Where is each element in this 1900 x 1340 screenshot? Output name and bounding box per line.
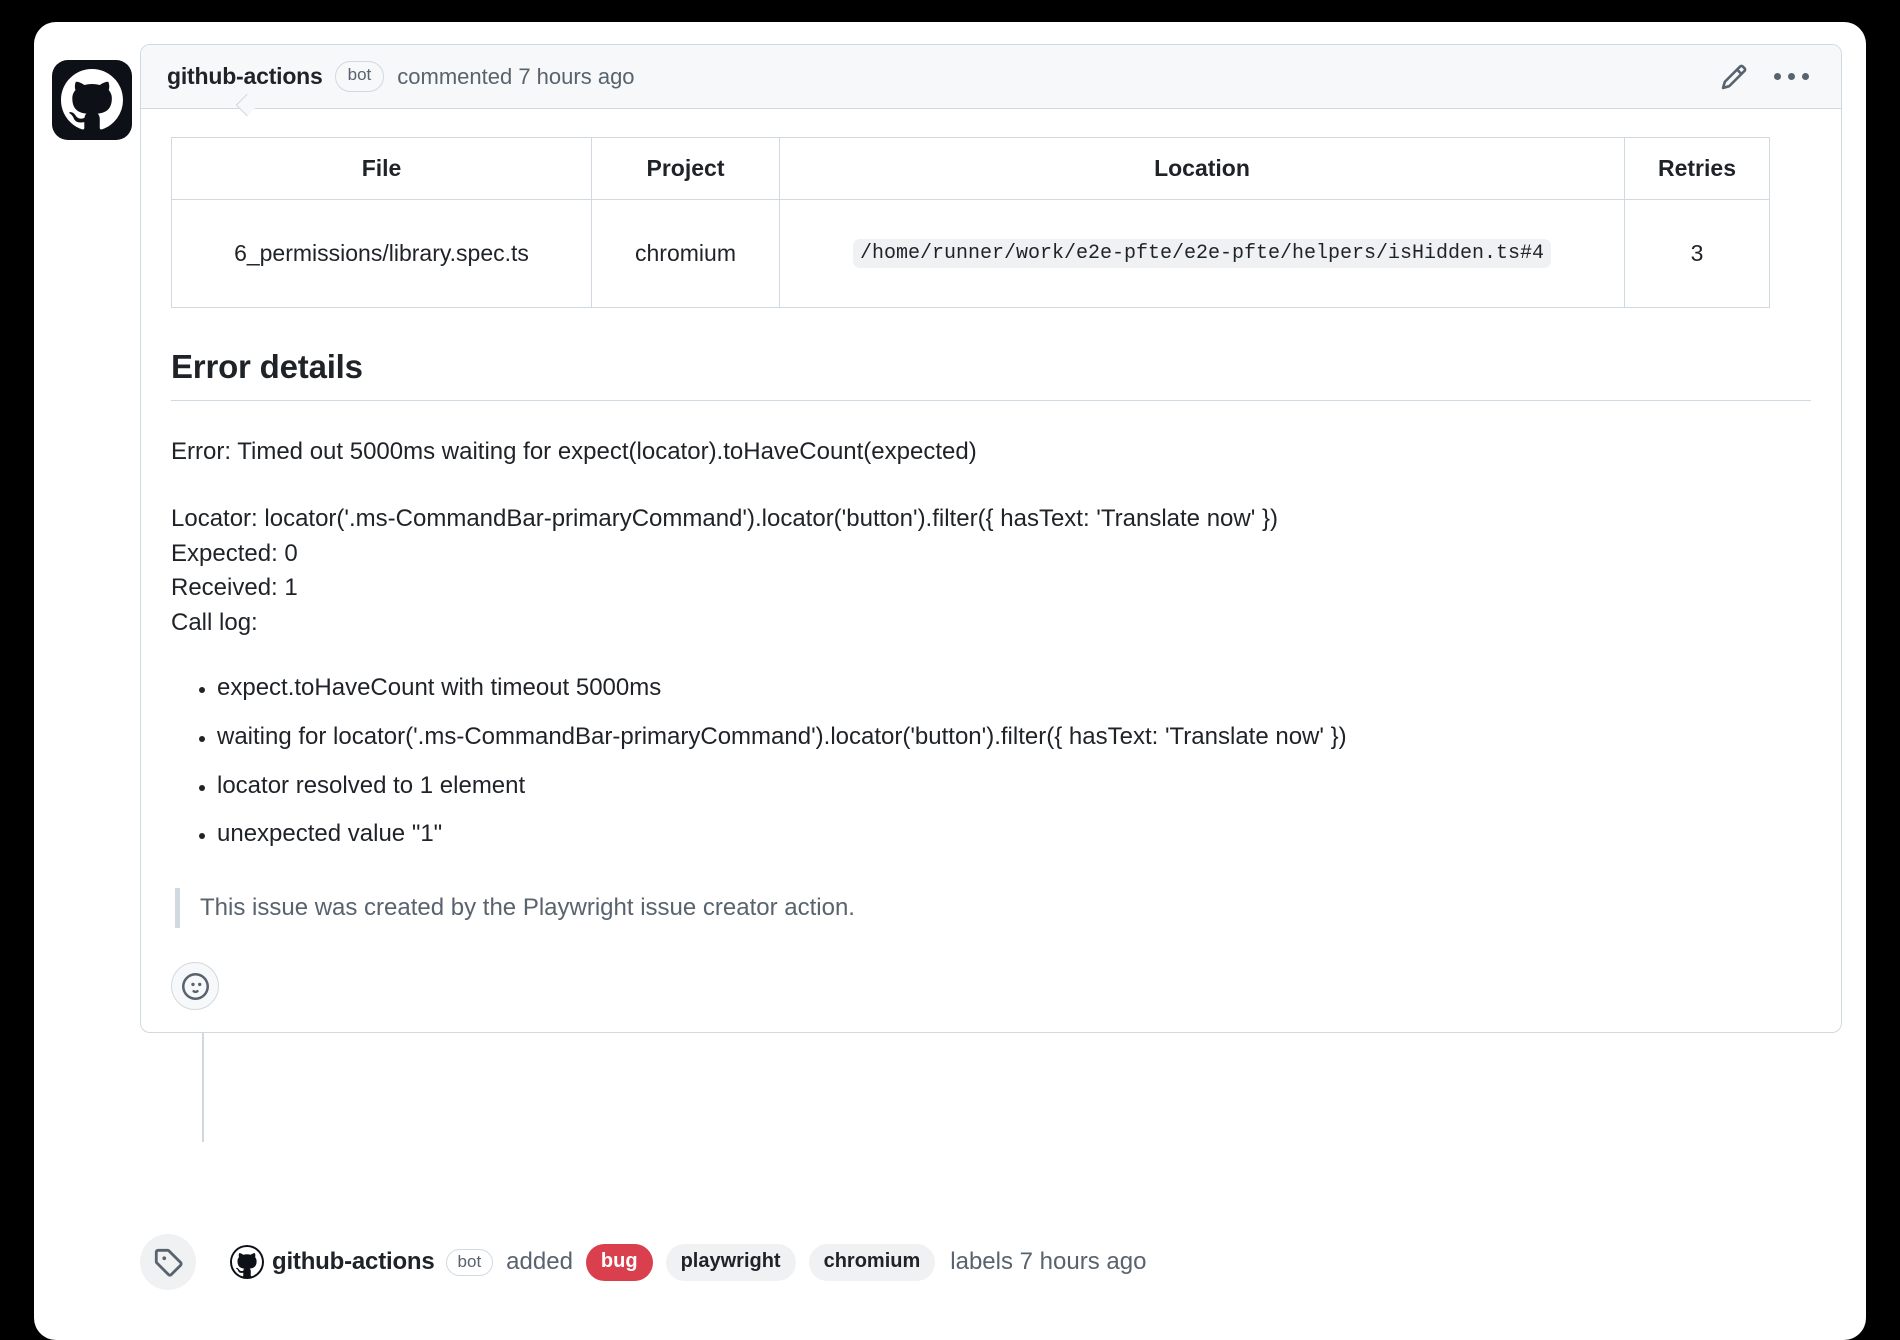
- error-message: Error: Timed out 5000ms waiting for expe…: [171, 438, 977, 465]
- list-item: waiting for locator('.ms-CommandBar-prim…: [217, 720, 1811, 755]
- add-reaction-button[interactable]: [171, 962, 219, 1011]
- call-log-label: Call log:: [171, 609, 258, 637]
- timeline-author[interactable]: github-actions: [272, 1248, 435, 1276]
- comment-timestamp: commented 7 hours ago: [397, 63, 635, 89]
- column-header-retries: Retries: [1624, 137, 1770, 200]
- list-item: locator resolved to 1 element: [217, 769, 1811, 804]
- timeline-labels-row: github-actions bot added bug playwright …: [140, 1234, 1146, 1290]
- page-surface: github-actions bot commented 7 hours ago: [34, 22, 1866, 1340]
- timeline-content: github-actions bot added bug playwright …: [230, 1243, 1147, 1281]
- column-header-location: Location: [779, 137, 1625, 200]
- list-item: unexpected value "1": [217, 817, 1811, 852]
- bot-badge: bot: [445, 1248, 494, 1276]
- failure-table: File Project Location Retries 6_permissi…: [171, 137, 1770, 308]
- label-chip-chromium[interactable]: chromium: [808, 1243, 936, 1281]
- comment-author[interactable]: github-actions: [167, 63, 323, 90]
- timeline-timestamp: labels 7 hours ago: [950, 1248, 1147, 1275]
- github-logo-icon: [232, 1247, 262, 1277]
- label-chip-bug[interactable]: bug: [585, 1243, 653, 1281]
- locator-line: Locator: locator('.ms-CommandBar-primary…: [171, 504, 1278, 532]
- tag-icon: [140, 1234, 196, 1290]
- timeline-verb: added: [506, 1248, 573, 1275]
- cell-location: /home/runner/work/e2e-pfte/e2e-pfte/help…: [779, 199, 1625, 308]
- label-chip-playwright[interactable]: playwright: [665, 1243, 796, 1281]
- comment-header: github-actions bot commented 7 hours ago: [141, 45, 1841, 109]
- comment-header-actions: [1720, 63, 1819, 91]
- location-code: /home/runner/work/e2e-pfte/e2e-pfte/help…: [852, 238, 1552, 268]
- note-blockquote: This issue was created by the Playwright…: [175, 888, 1811, 929]
- cell-retries: 3: [1624, 199, 1770, 308]
- bot-badge: bot: [334, 61, 385, 92]
- pencil-icon[interactable]: [1720, 63, 1748, 91]
- kebab-menu-icon[interactable]: [1774, 73, 1809, 80]
- call-log-list: expect.toHaveCount with timeout 5000ms w…: [171, 671, 1811, 852]
- error-detail-block: Locator: locator('.ms-CommandBar-primary…: [171, 502, 1811, 641]
- expected-line: Expected: 0: [171, 539, 298, 567]
- reaction-row: [171, 962, 1811, 1011]
- column-header-file: File: [171, 137, 592, 200]
- smiley-icon: [181, 972, 209, 1000]
- list-item: expect.toHaveCount with timeout 5000ms: [217, 671, 1811, 706]
- column-header-project: Project: [591, 137, 780, 200]
- cell-file: 6_permissions/library.spec.ts: [171, 199, 592, 308]
- received-line: Received: 1: [171, 574, 298, 602]
- table-header-row: File Project Location Retries: [171, 137, 1770, 200]
- cell-project: chromium: [591, 199, 780, 308]
- comment-body: File Project Location Retries 6_permissi…: [141, 109, 1841, 1032]
- table-row: 6_permissions/library.spec.ts chromium /…: [171, 199, 1770, 308]
- avatar[interactable]: [52, 60, 132, 140]
- avatar[interactable]: [230, 1245, 264, 1279]
- github-logo-icon: [61, 69, 123, 131]
- error-details-heading: Error details: [171, 348, 1811, 401]
- comment-card: github-actions bot commented 7 hours ago: [140, 44, 1842, 1034]
